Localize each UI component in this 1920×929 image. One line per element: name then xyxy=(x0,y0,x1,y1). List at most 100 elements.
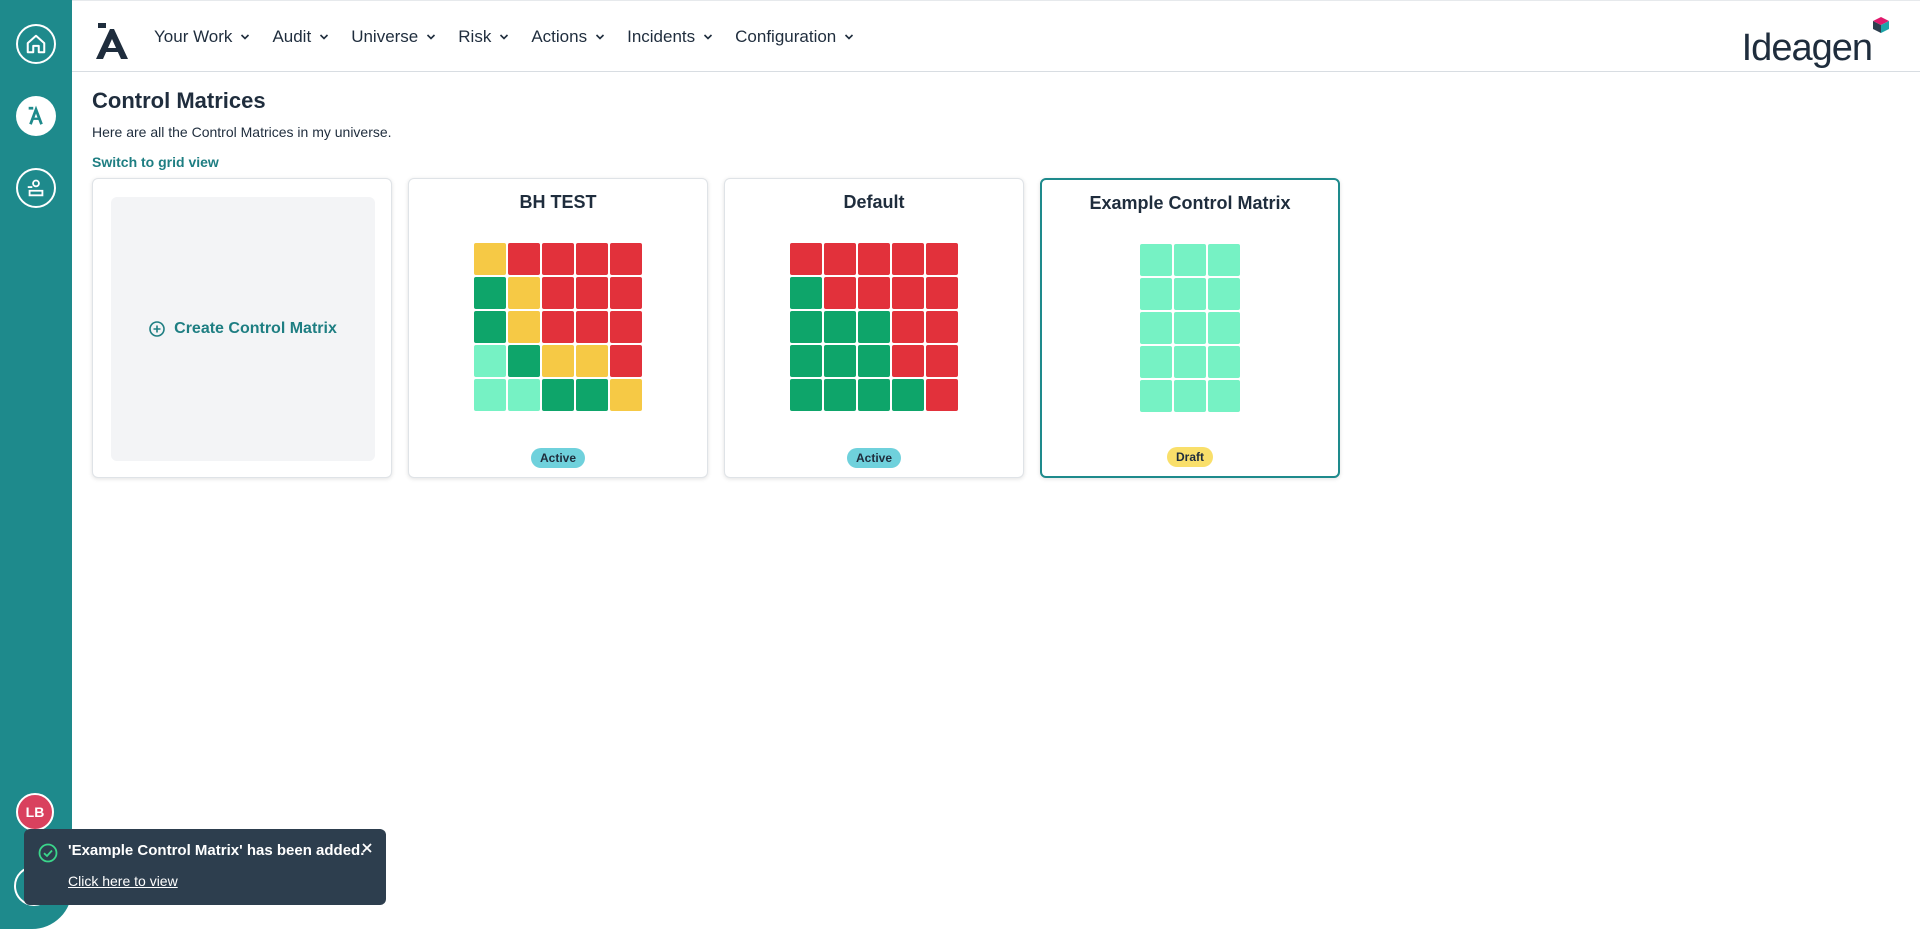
nav-item-label: Universe xyxy=(351,27,419,46)
ideagen-logo: Ideagen xyxy=(1742,17,1890,67)
avatar-initials: LB xyxy=(25,804,45,820)
status-badge: Active xyxy=(846,448,902,468)
matrix-heatmap xyxy=(1140,244,1240,412)
nav-item-label: Actions xyxy=(531,27,588,46)
success-check-icon xyxy=(38,843,58,863)
nav-item-incidents[interactable]: Incidents xyxy=(627,27,713,47)
app-logo-icon[interactable] xyxy=(16,96,56,136)
nav-item-label: Risk xyxy=(458,27,492,46)
toast-view-link[interactable]: Click here to view xyxy=(68,873,178,889)
matrix-cell xyxy=(610,243,642,275)
matrix-cell xyxy=(1140,244,1172,276)
top-nav: Your Work Audit Universe Risk Actions Inciden… xyxy=(72,0,1920,72)
matrix-card-title: Default xyxy=(843,192,905,212)
nav-item-label: Your Work xyxy=(154,27,233,46)
matrix-cell xyxy=(1140,380,1172,412)
matrix-cell xyxy=(926,277,958,309)
nav-item-audit[interactable]: Audit xyxy=(272,27,329,47)
matrix-card-title: BH TEST xyxy=(519,192,597,212)
main-menu: Your Work Audit Universe Risk Actions Inciden… xyxy=(154,1,876,73)
matrix-cell xyxy=(508,345,540,377)
page-header: Control Matrices Here are all the Contro… xyxy=(92,88,392,172)
side-rail: LB xyxy=(0,0,72,929)
matrix-card[interactable]: Example Control Matrix Draft xyxy=(1040,178,1340,478)
matrix-cell xyxy=(474,277,506,309)
matrix-cell xyxy=(474,345,506,377)
nav-item-label: Configuration xyxy=(735,27,837,46)
nav-item-configuration[interactable]: Configuration xyxy=(735,27,854,47)
close-icon[interactable] xyxy=(360,841,374,855)
home-icon[interactable] xyxy=(16,24,56,64)
matrix-cell xyxy=(542,243,574,275)
matrix-card-title: Example Control Matrix xyxy=(1089,193,1291,213)
matrix-cell xyxy=(790,277,822,309)
avatar[interactable]: LB xyxy=(16,793,54,831)
brand-logo-icon[interactable] xyxy=(92,23,132,61)
matrix-cell xyxy=(1140,346,1172,378)
matrix-cell xyxy=(858,345,890,377)
matrix-cell xyxy=(576,311,608,343)
matrix-cell xyxy=(474,311,506,343)
matrix-cell xyxy=(790,243,822,275)
create-control-matrix-button[interactable]: Create Control Matrix xyxy=(111,197,375,461)
chevron-down-icon xyxy=(241,34,250,40)
matrix-cell xyxy=(824,379,856,411)
matrix-cell xyxy=(858,311,890,343)
user-org-icon[interactable] xyxy=(16,168,56,208)
matrix-cell xyxy=(576,277,608,309)
nav-item-universe[interactable]: Universe xyxy=(351,27,436,47)
toast-message: 'Example Control Matrix' has been added. xyxy=(68,842,365,859)
nav-item-label: Incidents xyxy=(627,27,696,46)
chevron-down-icon xyxy=(500,34,509,40)
matrix-cell xyxy=(1174,244,1206,276)
chevron-down-icon xyxy=(320,34,329,40)
matrix-cell xyxy=(892,243,924,275)
matrix-cell xyxy=(892,277,924,309)
matrix-cell xyxy=(1208,346,1240,378)
matrix-cell xyxy=(1174,346,1206,378)
matrix-cell xyxy=(858,379,890,411)
matrix-cell xyxy=(610,311,642,343)
status-badge: Draft xyxy=(1166,447,1214,467)
nav-item-your-work[interactable]: Your Work xyxy=(154,27,250,47)
matrix-cell xyxy=(474,243,506,275)
matrix-cell xyxy=(824,243,856,275)
matrix-cell xyxy=(1174,312,1206,344)
page-subtitle: Here are all the Control Matrices in my … xyxy=(92,124,392,140)
chevron-down-icon xyxy=(845,34,854,40)
matrix-card-list: Create Control Matrix BH TEST Active Defau… xyxy=(92,178,1340,478)
status-badge: Active xyxy=(530,448,586,468)
matrix-card[interactable]: Default Active xyxy=(724,178,1024,478)
chevron-down-icon xyxy=(596,34,605,40)
page-title: Control Matrices xyxy=(92,88,266,113)
matrix-card[interactable]: BH TEST Active xyxy=(408,178,708,478)
matrix-cell xyxy=(610,379,642,411)
matrix-cell xyxy=(1208,278,1240,310)
nav-item-risk[interactable]: Risk xyxy=(458,27,509,47)
chevron-down-icon xyxy=(704,34,713,40)
matrix-cell xyxy=(1208,312,1240,344)
matrix-cell xyxy=(610,345,642,377)
matrix-cell xyxy=(576,243,608,275)
create-matrix-card: Create Control Matrix xyxy=(92,178,392,478)
matrix-cell xyxy=(1140,278,1172,310)
nav-item-actions[interactable]: Actions xyxy=(531,27,605,47)
matrix-cell xyxy=(858,277,890,309)
matrix-cell xyxy=(790,345,822,377)
nav-item-label: Audit xyxy=(272,27,312,46)
matrix-cell xyxy=(926,243,958,275)
logo-text: Ideagen xyxy=(1741,27,1873,69)
matrix-cell xyxy=(926,345,958,377)
matrix-cell xyxy=(1174,380,1206,412)
matrix-cell xyxy=(542,277,574,309)
matrix-cell xyxy=(542,379,574,411)
matrix-cell xyxy=(858,243,890,275)
matrix-cell xyxy=(542,345,574,377)
switch-grid-view-link[interactable]: Switch to grid view xyxy=(92,154,219,170)
matrix-cell xyxy=(474,379,506,411)
matrix-cell xyxy=(892,379,924,411)
matrix-cell xyxy=(542,311,574,343)
matrix-cell xyxy=(824,345,856,377)
logo-mark-icon xyxy=(1873,17,1889,33)
matrix-cell xyxy=(926,311,958,343)
